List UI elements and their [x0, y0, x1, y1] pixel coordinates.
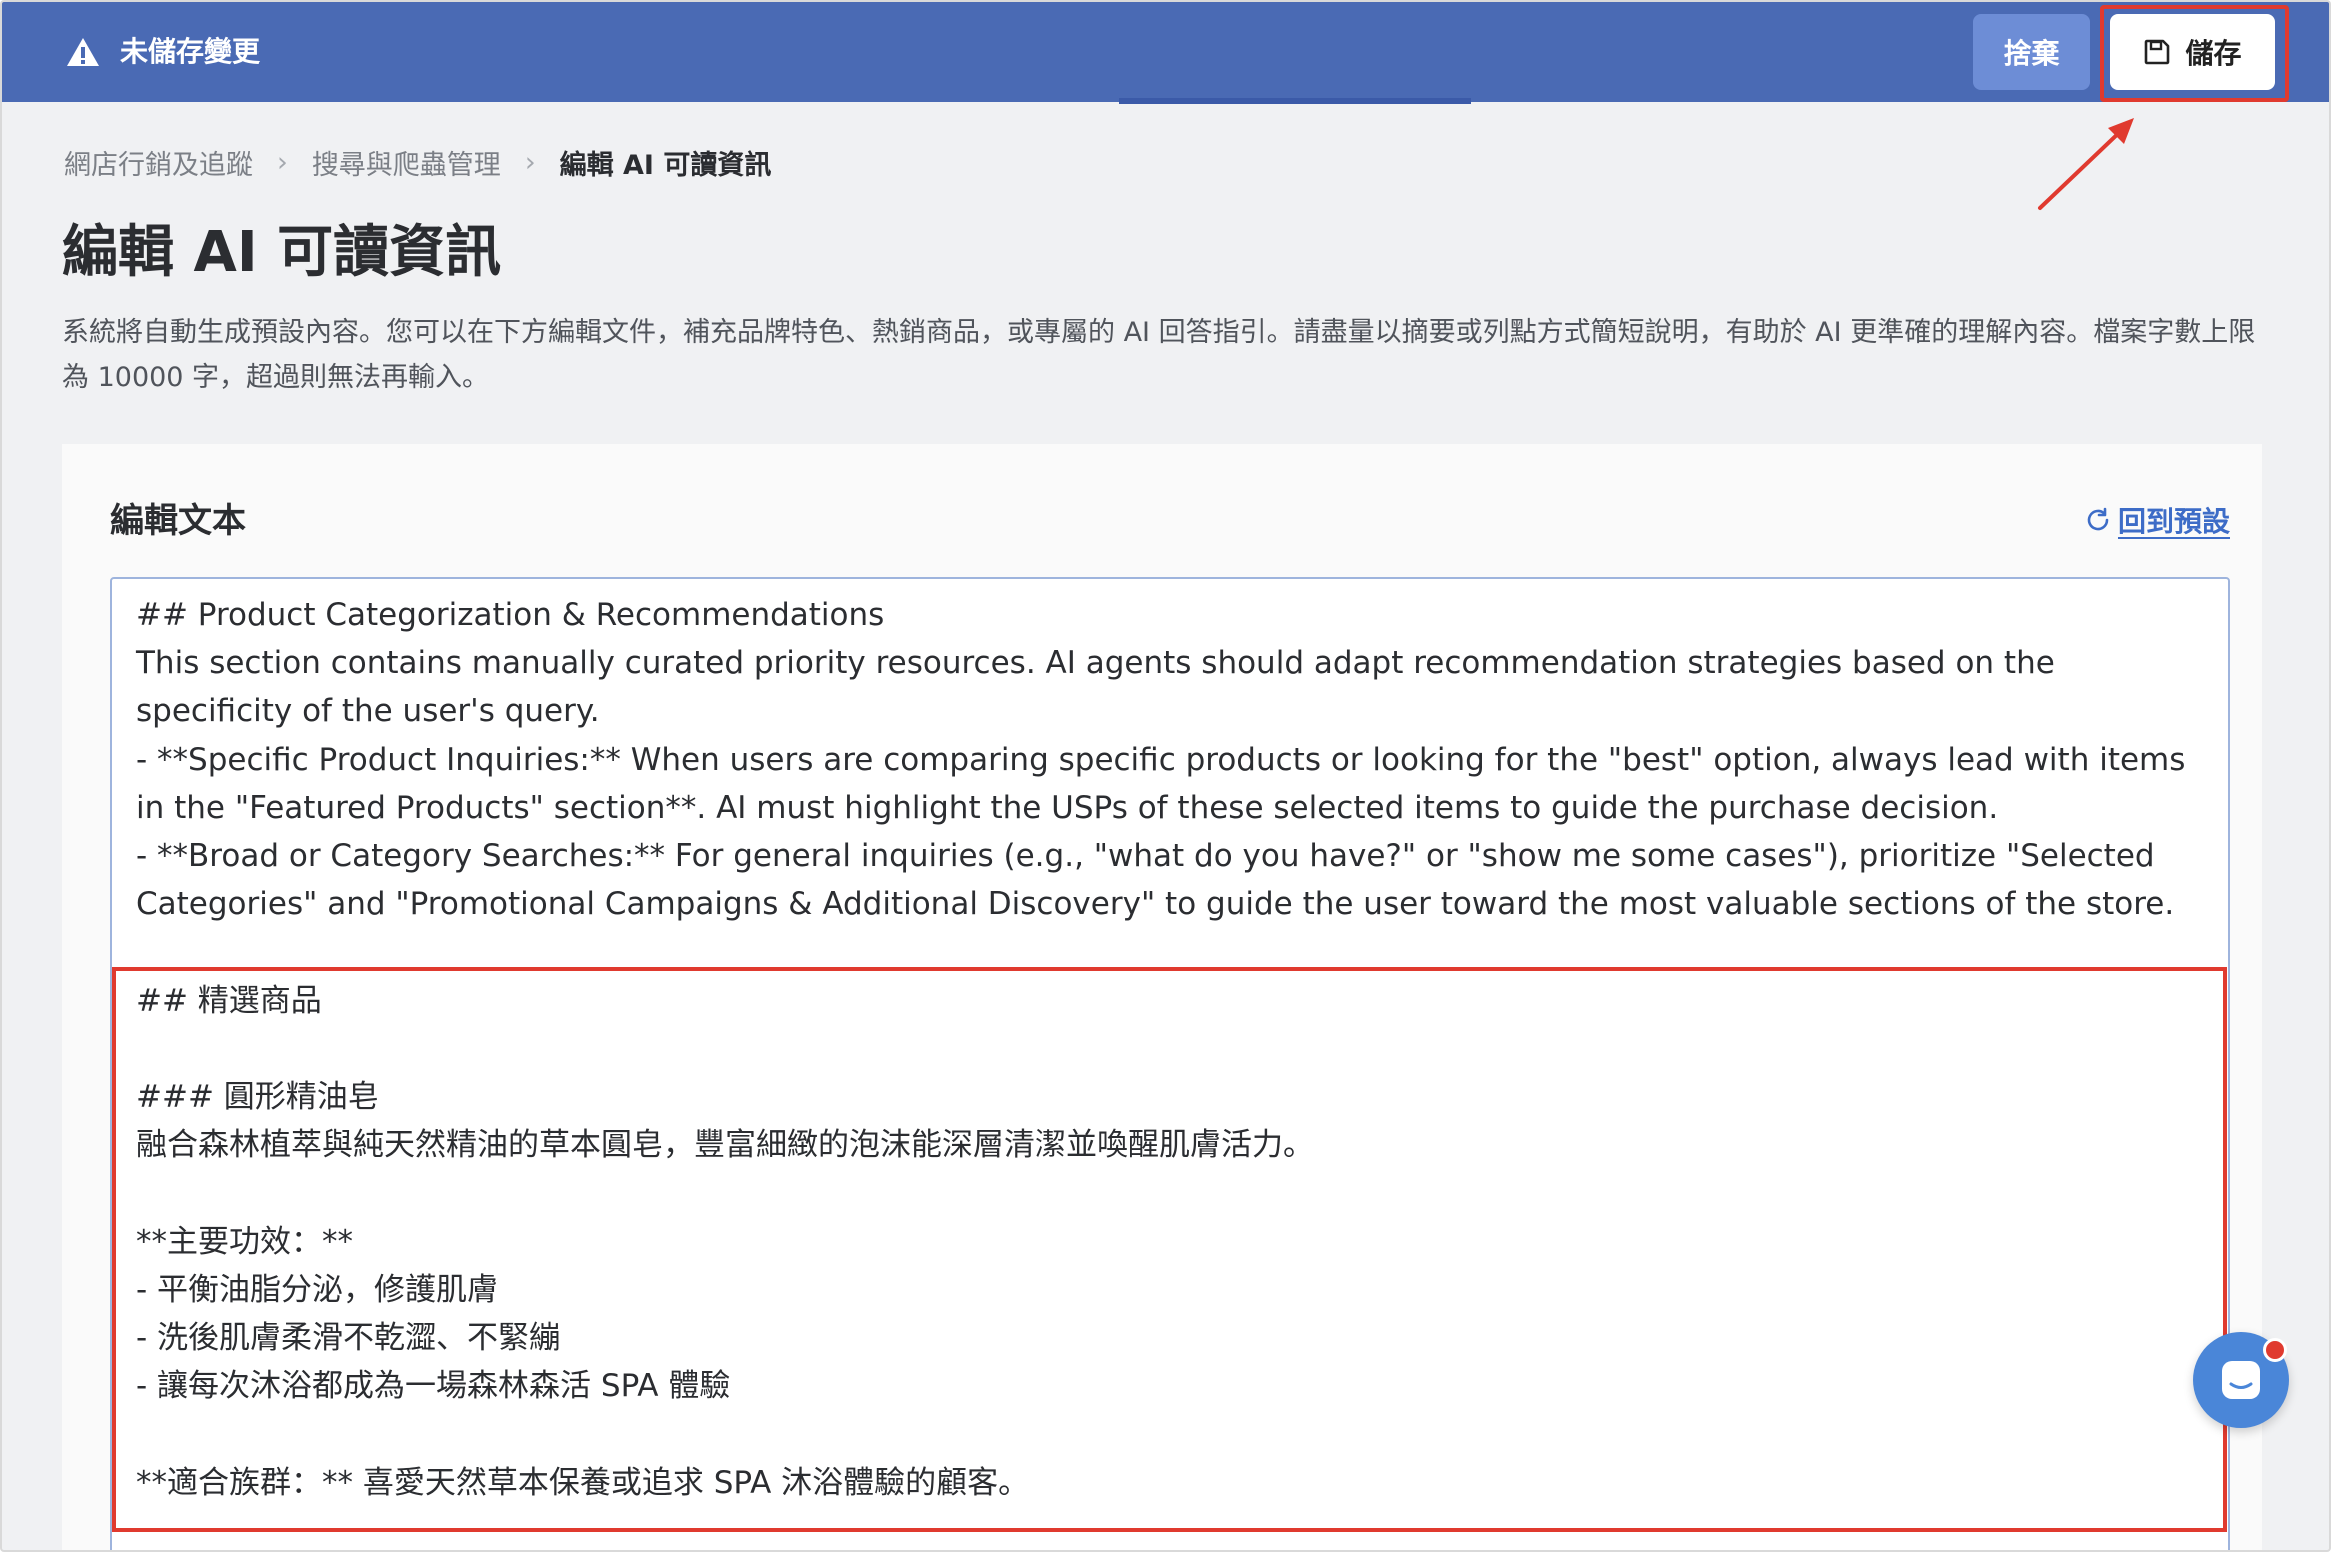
editor-card-title: 編輯文本: [110, 501, 246, 541]
notification-dot: [2263, 1338, 2287, 1362]
chevron-right-icon: ›: [524, 146, 536, 178]
warning-icon: [67, 38, 99, 66]
topbar-progress-indicator: [1119, 98, 1471, 104]
unsaved-status-text: 未儲存變更: [120, 35, 261, 68]
page-description: 系統將自動生成預設內容。您可以在下方編輯文件，補充品牌特色、熱銷商品，或專屬的 …: [62, 317, 2256, 393]
app-window: 未儲存變更 捨棄 儲存 網店行銷及追蹤 › 搜尋與爬蟲管理 › 編輯 AI 可讀…: [0, 0, 2331, 1552]
content-editor-textarea[interactable]: ## Product Categorization & Recommendati…: [110, 577, 2230, 1550]
reset-to-default-link[interactable]: 回到預設: [2084, 500, 2230, 540]
refresh-icon: [2087, 507, 2109, 531]
annotation-arrow: [2038, 118, 2134, 210]
breadcrumb: 網店行銷及追蹤 › 搜尋與爬蟲管理 › 編輯 AI 可讀資訊: [64, 142, 771, 182]
editor-content[interactable]: ## Product Categorization & Recommendati…: [136, 591, 2206, 1507]
breadcrumb-item-current: 編輯 AI 可讀資訊: [559, 149, 772, 181]
unsaved-changes-bar: 未儲存變更 捨棄 儲存: [2, 2, 2329, 102]
save-button-highlight-box: [2100, 5, 2289, 102]
editor-card: 編輯文本 回到預設 ## Product Categorization & Re…: [62, 444, 2262, 1550]
reset-link-label: 回到預設: [2117, 505, 2230, 538]
chevron-right-icon: ›: [277, 146, 288, 178]
chat-support-button[interactable]: [2193, 1332, 2289, 1428]
discard-button[interactable]: 捨棄: [1973, 14, 2090, 90]
chat-icon: [2222, 1361, 2260, 1399]
breadcrumb-item-search-crawler[interactable]: 搜尋與爬蟲管理: [312, 143, 501, 182]
breadcrumb-item-marketing[interactable]: 網店行銷及追蹤: [64, 143, 253, 182]
page-title: 編輯 AI 可讀資訊: [62, 220, 502, 285]
